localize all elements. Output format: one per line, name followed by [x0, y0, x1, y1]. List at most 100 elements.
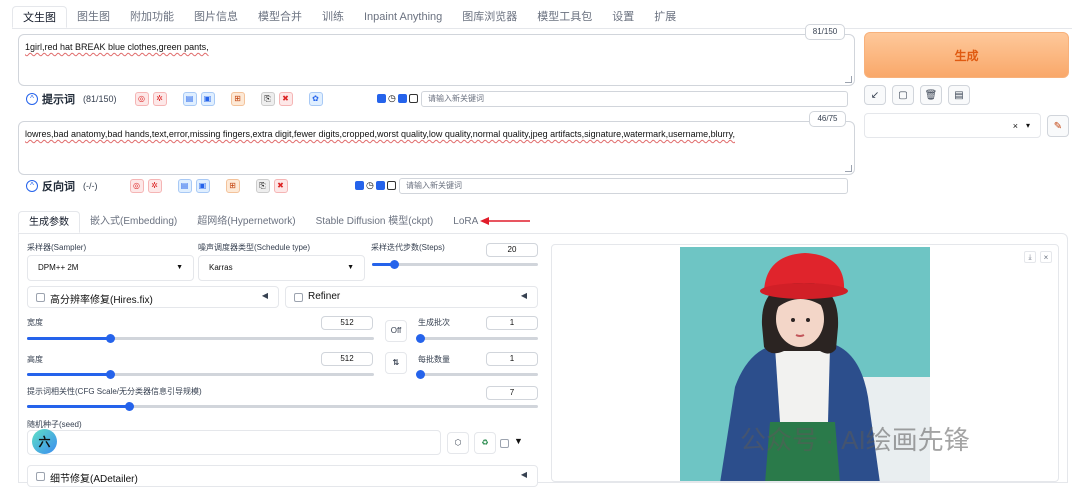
- negative-keyword-input[interactable]: 请输入新关键词: [399, 178, 848, 194]
- refiner-checkbox[interactable]: [294, 293, 303, 302]
- prompt-keyword-input[interactable]: 请输入新关键词: [421, 91, 848, 107]
- globe-icon[interactable]: ◎: [129, 179, 144, 193]
- chevron-down-icon[interactable]: ▾: [1026, 114, 1030, 138]
- batch-size-slider[interactable]: [416, 370, 538, 379]
- gear-icon[interactable]: ✲: [152, 92, 167, 106]
- arrow-icon[interactable]: ↙: [864, 85, 886, 105]
- settings-icon[interactable]: ✿: [308, 92, 323, 106]
- bookmark-icon[interactable]: ▣: [200, 92, 215, 106]
- prompt-toggle-group: ◷: [377, 93, 418, 104]
- square-icon[interactable]: ▢: [892, 85, 914, 105]
- paste-icon[interactable]: ⎘: [255, 179, 270, 193]
- tab-txt2img[interactable]: 文生图: [12, 6, 67, 28]
- generate-button[interactable]: 生成: [864, 32, 1069, 78]
- batch-count-label: 生成批次: [418, 318, 450, 327]
- tab-png-info[interactable]: 图片信息: [184, 6, 248, 28]
- prompt-input[interactable]: 1girl,red hat BREAK blue clothes,green p…: [18, 34, 855, 86]
- hires-fix-checkbox[interactable]: [36, 293, 45, 302]
- slider-handle[interactable]: [416, 370, 425, 379]
- negative-prompt-input[interactable]: lowres,bad anatomy,bad hands,text,error,…: [18, 121, 855, 175]
- tab-extensions[interactable]: 扩展: [644, 6, 686, 28]
- height-slider[interactable]: [27, 370, 374, 379]
- adetailer-accordion[interactable]: 细节修复(ADetailer) ◀: [27, 465, 538, 487]
- steps-slider[interactable]: [372, 260, 538, 269]
- slider-handle[interactable]: [416, 334, 425, 343]
- batch-count-slider[interactable]: [416, 334, 538, 343]
- tab-train[interactable]: 训练: [312, 6, 354, 28]
- refiner-accordion[interactable]: Refiner ◀: [285, 286, 538, 308]
- download-icon[interactable]: ⤓: [1024, 251, 1036, 263]
- tab-checkpoints[interactable]: Stable Diffusion 模型(ckpt): [306, 211, 444, 233]
- sampler-label: 采样器(Sampler): [27, 243, 87, 252]
- trash-icon[interactable]: ✖: [273, 179, 288, 193]
- checkbox-checked[interactable]: [397, 94, 407, 103]
- tab-settings[interactable]: 设置: [602, 6, 644, 28]
- checkbox-checked[interactable]: [377, 94, 386, 103]
- pencil-icon[interactable]: ✎: [1047, 115, 1069, 137]
- checkbox-unchecked[interactable]: [386, 181, 396, 190]
- chevron-down-icon: ▼: [176, 264, 183, 271]
- bookmark-icon[interactable]: ▣: [195, 179, 210, 193]
- schedule-select[interactable]: Karras ▼: [198, 255, 365, 281]
- copy-icon[interactable]: ▤: [177, 179, 192, 193]
- checkbox-unchecked[interactable]: [408, 94, 418, 103]
- tab-inpaint-anything[interactable]: Inpaint Anything: [354, 6, 452, 28]
- checkbox-checked[interactable]: [355, 181, 364, 190]
- collapse-up-icon[interactable]: ^: [26, 180, 38, 192]
- batch-size-input[interactable]: 1: [486, 352, 538, 366]
- top-tab-bar: 文生图 图生图 附加功能 图片信息 模型合并 训练 Inpaint Anythi…: [12, 5, 686, 29]
- tab-model-toolkit[interactable]: 模型工具包: [527, 6, 602, 28]
- hires-fix-accordion[interactable]: 高分辨率修复(Hires.fix) ◀: [27, 286, 279, 308]
- width-input[interactable]: 512: [321, 316, 373, 330]
- avatar: 六: [32, 429, 57, 454]
- tab-img2img[interactable]: 图生图: [67, 6, 120, 28]
- gear-icon[interactable]: ✲: [147, 179, 162, 193]
- collapse-left-icon[interactable]: ◀: [521, 291, 527, 300]
- sampler-select[interactable]: DPM++ 2M ▼: [27, 255, 194, 281]
- trash-icon[interactable]: 🗑: [920, 85, 942, 105]
- recycle-icon[interactable]: ♻: [474, 432, 496, 454]
- close-icon[interactable]: ×: [1040, 251, 1052, 263]
- dice-icon[interactable]: ⬡: [447, 432, 469, 454]
- height-input[interactable]: 512: [321, 352, 373, 366]
- tab-hypernetwork[interactable]: 超网络(Hypernetwork): [187, 211, 305, 233]
- cfg-input[interactable]: 7: [486, 386, 538, 400]
- seed-input[interactable]: [27, 430, 441, 455]
- resize-handle[interactable]: [845, 76, 852, 83]
- off-toggle[interactable]: Off: [385, 320, 407, 342]
- adetailer-checkbox[interactable]: [36, 472, 45, 481]
- steps-input[interactable]: 20: [486, 243, 538, 257]
- tab-image-browser[interactable]: 图库浏览器: [452, 6, 527, 28]
- clear-icon[interactable]: ×: [1013, 114, 1018, 138]
- clipboard-icon[interactable]: ▤: [948, 85, 970, 105]
- styles-select[interactable]: × ▾: [864, 113, 1041, 138]
- clock-icon[interactable]: ◷: [388, 93, 396, 104]
- trash-icon[interactable]: ✖: [278, 92, 293, 106]
- swap-dimensions-button[interactable]: ⇅: [385, 352, 407, 374]
- cfg-label: 提示词相关性(CFG Scale/无分类器信息引导规模): [27, 387, 202, 396]
- resize-handle[interactable]: [845, 165, 852, 172]
- paste-icon[interactable]: ⎘: [260, 92, 275, 106]
- collapse-left-icon[interactable]: ◀: [262, 291, 268, 300]
- collapse-left-icon[interactable]: ◀: [521, 470, 527, 479]
- batch-count-input[interactable]: 1: [486, 316, 538, 330]
- tab-generation[interactable]: 生成参数: [18, 211, 80, 233]
- prompt-text: 1girl,red hat BREAK blue clothes,green p…: [25, 42, 209, 52]
- cfg-slider[interactable]: [27, 402, 538, 411]
- copy-icon[interactable]: ▤: [182, 92, 197, 106]
- checkbox-checked[interactable]: [375, 181, 385, 190]
- tab-embedding[interactable]: 嵌入式(Embedding): [80, 211, 187, 233]
- triangle-down-icon[interactable]: ▼: [514, 436, 523, 446]
- negative-toggle-group: ◷: [355, 180, 396, 191]
- slider-handle[interactable]: [389, 260, 399, 269]
- grid-icon[interactable]: ⊞: [230, 92, 245, 106]
- width-slider[interactable]: [27, 334, 374, 343]
- grid-icon[interactable]: ⊞: [225, 179, 240, 193]
- clock-icon[interactable]: ◷: [366, 180, 374, 191]
- tab-checkpoint-merger[interactable]: 模型合并: [248, 6, 312, 28]
- extra-seed-checkbox[interactable]: [500, 439, 509, 448]
- tab-extras[interactable]: 附加功能: [120, 6, 184, 28]
- collapse-up-icon[interactable]: ^: [26, 93, 38, 105]
- schedule-value: Karras: [209, 263, 233, 272]
- globe-icon[interactable]: ◎: [134, 92, 149, 106]
